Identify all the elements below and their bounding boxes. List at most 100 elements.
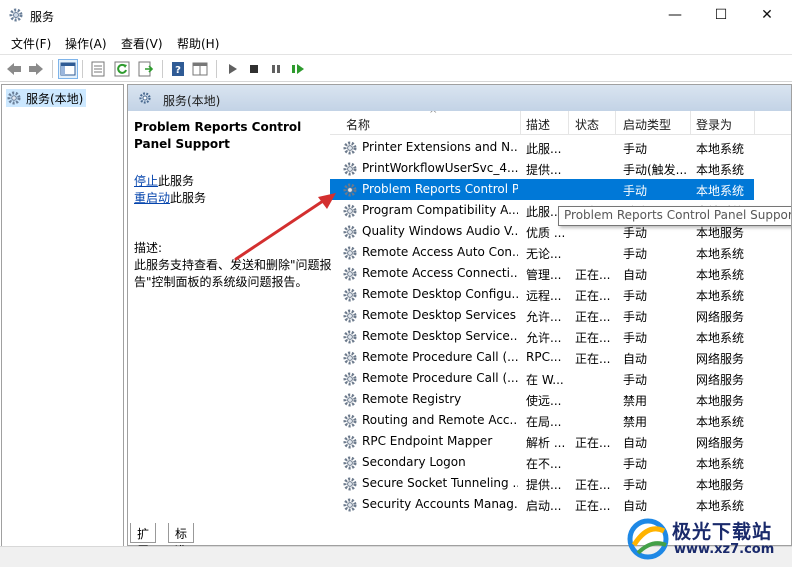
cell-description: 允许...	[526, 310, 562, 324]
name-tooltip: Problem Reports Control Panel Support	[558, 206, 791, 226]
properties-icon[interactable]	[88, 59, 108, 79]
service-gear-icon	[343, 162, 357, 176]
table-row[interactable]: Remote Procedure Call (... 在 W... 手动 网络服务	[330, 368, 754, 389]
help-icon[interactable]: ?	[168, 59, 188, 79]
service-gear-icon	[343, 288, 357, 302]
watermark: 极光下载站 www.xz7.com	[622, 515, 790, 563]
column-log-on-as[interactable]: 登录为	[696, 116, 732, 133]
cell-log-on-as: 网络服务	[696, 436, 745, 450]
table-row[interactable]: PrintWorkflowUserSvc_4... 提供... 手动(触发... 本地…	[330, 158, 754, 179]
cell-log-on-as: 本地服务	[696, 394, 745, 408]
table-row[interactable]: Remote Desktop Services 允许... 正在... 手动 网络服务	[330, 305, 754, 326]
cell-log-on-as: 本地系统	[696, 331, 745, 345]
cell-startup-type: 手动	[623, 310, 648, 324]
tab-extended[interactable]: 扩展	[130, 523, 157, 558]
menu-view[interactable]: 查看(V)	[121, 35, 163, 52]
menu-help[interactable]: 帮助(H)	[177, 35, 219, 52]
service-gear-icon	[343, 309, 357, 323]
cell-startup-type: 手动	[623, 457, 648, 471]
close-button[interactable]: ✕	[744, 0, 790, 30]
table-row[interactable]: Security Accounts Manag... 启动... 正在... 自动 本地…	[330, 494, 754, 515]
cell-startup-type: 手动	[623, 226, 648, 240]
restart-service-icon[interactable]	[288, 59, 308, 79]
services-list: ^ 名称 描述 状态 启动类型 登录为 Printer Extensions a…	[330, 111, 791, 521]
restart-service-link[interactable]: 重启动	[134, 191, 170, 205]
service-gear-icon	[343, 267, 357, 281]
table-row[interactable]: Remote Desktop Service... 允许... 正在... 手动 本地系…	[330, 326, 754, 347]
cell-log-on-as: 本地系统	[696, 142, 745, 156]
forward-arrow-icon[interactable]	[26, 59, 46, 79]
table-row[interactable]: Remote Registry 使远... 禁用 本地服务	[330, 389, 754, 410]
cell-startup-type: 自动	[623, 268, 648, 282]
table-row[interactable]: Remote Access Auto Con... 无论... 手动 本地系统	[330, 242, 754, 263]
cell-log-on-as: 本地系统	[696, 163, 745, 177]
tree-item-services-local[interactable]: 服务(本地)	[6, 89, 87, 107]
cell-description: 远程...	[526, 289, 562, 303]
table-row[interactable]: Problem Reports Control Panel Support 手动 本…	[330, 179, 754, 200]
cell-status: 正在...	[575, 352, 611, 366]
menu-file[interactable]: 文件(F)	[11, 35, 51, 52]
cell-log-on-as: 本地系统	[696, 457, 745, 471]
start-service-icon[interactable]	[222, 59, 242, 79]
cell-name: Remote Desktop Services	[362, 308, 517, 322]
pane-header: 服务(本地)	[128, 85, 791, 111]
service-gear-icon	[343, 372, 357, 386]
column-description[interactable]: 描述	[526, 116, 550, 133]
cell-description: 在局...	[526, 415, 562, 429]
cell-status: 正在...	[575, 499, 611, 513]
table-row[interactable]: Routing and Remote Acc... 在局... 禁用 本地系统	[330, 410, 754, 431]
export-list-icon[interactable]	[136, 59, 156, 79]
minimize-button[interactable]: —	[652, 0, 698, 30]
cell-description: 允许...	[526, 331, 562, 345]
stop-service-icon[interactable]	[244, 59, 264, 79]
cell-name: Quality Windows Audio V...	[362, 224, 518, 238]
column-status[interactable]: 状态	[575, 116, 599, 133]
column-startup-type[interactable]: 启动类型	[623, 116, 671, 133]
sort-indicator-icon: ^	[429, 111, 438, 120]
service-gear-icon	[343, 435, 357, 449]
cell-startup-type: 手动	[623, 478, 648, 492]
annotation-arrow-icon	[234, 193, 336, 261]
pause-service-icon[interactable]	[266, 59, 286, 79]
cell-startup-type: 手动	[623, 247, 648, 261]
cell-log-on-as: 本地系统	[696, 415, 745, 429]
service-gear-icon	[343, 141, 357, 155]
watermark-url: www.xz7.com	[674, 542, 775, 557]
service-gear-icon	[343, 498, 357, 512]
cell-description: 提供...	[526, 163, 562, 177]
back-arrow-icon[interactable]	[4, 59, 24, 79]
table-row[interactable]: Remote Access Connecti... 管理... 正在... 自动 本地系…	[330, 263, 754, 284]
table-row[interactable]: Secondary Logon 在不... 手动 本地系统	[330, 452, 754, 473]
window-title: 服务	[30, 10, 55, 24]
service-gear-icon	[343, 414, 357, 428]
cell-status: 正在...	[575, 289, 611, 303]
cell-startup-type: 自动	[623, 352, 648, 366]
cell-name: Remote Desktop Configu...	[362, 287, 518, 301]
menu-action[interactable]: 操作(A)	[65, 35, 107, 52]
cell-name: Remote Desktop Service...	[362, 329, 518, 343]
cell-name: Remote Access Auto Con...	[362, 245, 518, 259]
console-tree-icon[interactable]	[58, 59, 78, 79]
table-row[interactable]: RPC Endpoint Mapper 解析 ... 正在... 自动 网络服务	[330, 431, 754, 452]
column-name[interactable]: 名称	[346, 116, 370, 133]
table-row[interactable]: Secure Socket Tunneling ... 提供... 正在... 手动 本…	[330, 473, 754, 494]
tab-standard[interactable]: 标准	[168, 523, 195, 558]
maximize-button[interactable]: ☐	[698, 0, 744, 30]
menu-bar: 文件(F) 操作(A) 查看(V) 帮助(H)	[0, 32, 792, 54]
service-gear-icon	[343, 351, 357, 365]
services-gear-icon	[9, 8, 23, 22]
cell-name: Secondary Logon	[362, 455, 466, 469]
table-row[interactable]: Remote Procedure Call (... RPC... 正在... 自动 网…	[330, 347, 754, 368]
cell-startup-type: 禁用	[623, 394, 648, 408]
cell-name: Program Compatibility A...	[362, 203, 518, 217]
cell-description: 此服...	[526, 142, 562, 156]
refresh-icon[interactable]	[112, 59, 132, 79]
table-row[interactable]: Printer Extensions and N... 此服... 手动 本地系统	[330, 137, 754, 158]
show-hide-pane-icon[interactable]	[190, 59, 210, 79]
stop-service-link[interactable]: 停止	[134, 174, 158, 188]
cell-description: 解析 ...	[526, 436, 566, 450]
table-row[interactable]: Remote Desktop Configu... 远程... 正在... 手动 本地系…	[330, 284, 754, 305]
cell-startup-type: 自动	[623, 436, 648, 450]
cell-log-on-as: 本地服务	[696, 226, 745, 240]
cell-startup-type: 手动	[623, 184, 648, 198]
